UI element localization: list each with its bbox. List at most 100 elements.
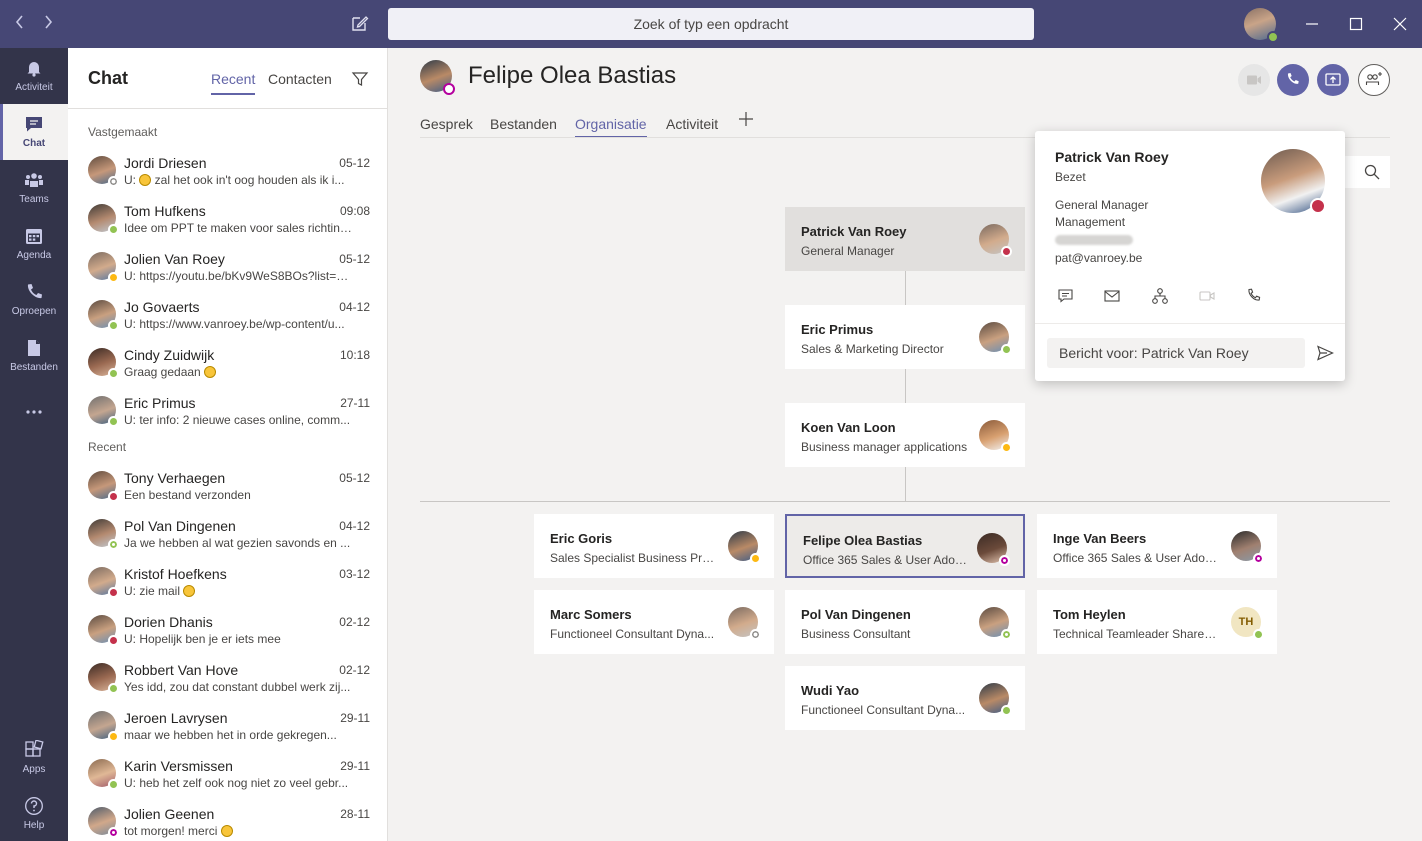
- chat-list-item[interactable]: Robbert Van Hove 02-12 Yes idd, zou dat co…: [68, 655, 387, 703]
- chat-list-item[interactable]: Jolien Van Roey 05-12 U: https://youtu.be/…: [68, 244, 387, 292]
- video-call-button[interactable]: [1238, 64, 1270, 96]
- profile-avatar[interactable]: [1244, 8, 1279, 43]
- chat-preview-text: tot morgen! merci: [124, 824, 221, 838]
- tab-recent[interactable]: Recent: [211, 71, 256, 95]
- presence-status-icon: [108, 224, 119, 235]
- chat-list-item[interactable]: Dorien Dhanis 02-12 U: Hopelijk ben je er …: [68, 607, 387, 655]
- chat-list-item[interactable]: Jo Govaerts 04-12 U: https://www.vanroey.b…: [68, 292, 387, 340]
- avatar: [88, 711, 119, 742]
- active-indicator: [0, 104, 3, 160]
- add-people-button[interactable]: [1358, 64, 1390, 96]
- tab-files[interactable]: Bestanden: [490, 116, 557, 132]
- org-person-name: Wudi Yao: [801, 683, 860, 698]
- avatar: [88, 519, 119, 550]
- card-email-button[interactable]: [1103, 287, 1121, 305]
- tab-organization[interactable]: Organisatie: [575, 116, 647, 138]
- close-button[interactable]: [1388, 12, 1412, 36]
- org-person-card[interactable]: Inge Van Beers Office 365 Sales & User Ad…: [1037, 514, 1277, 578]
- org-person-card[interactable]: Pol Van Dingenen Business Consultant: [785, 590, 1025, 654]
- maximize-button[interactable]: [1344, 12, 1368, 36]
- org-person-card[interactable]: Eric Goris Sales Specialist Business Proc…: [534, 514, 774, 578]
- org-person-card[interactable]: Eric Primus Sales & Marketing Director: [785, 305, 1025, 369]
- org-person-card[interactable]: Marc Somers Functioneel Consultant Dyna..…: [534, 590, 774, 654]
- org-person-title: Business Consultant: [801, 627, 911, 641]
- rail-item-help[interactable]: Help: [0, 786, 68, 841]
- chat-timestamp: 04-12: [339, 300, 370, 314]
- card-send-button[interactable]: [1315, 343, 1335, 363]
- help-icon: [25, 797, 43, 815]
- rail-item-calls[interactable]: Oproepen: [0, 272, 68, 328]
- chat-list-panel: Chat Recent Contacten Vastgemaakt Jordi …: [68, 48, 388, 841]
- avatar: [979, 322, 1012, 355]
- chat-list-item[interactable]: Jordi Driesen 05-12 U: zal het ook in't oo…: [68, 148, 387, 196]
- card-chat-button[interactable]: [1057, 287, 1075, 305]
- org-person-card[interactable]: Wudi Yao Functioneel Consultant Dyna...: [785, 666, 1025, 730]
- org-connector: [905, 271, 906, 305]
- card-message-input[interactable]: Bericht voor: Patrick Van Roey: [1047, 338, 1305, 368]
- chat-timestamp: 29-11: [340, 759, 370, 773]
- org-person-card[interactable]: Patrick Van Roey General Manager: [785, 207, 1025, 271]
- chat-preview: U: zie mail: [124, 584, 352, 598]
- rail-item-activity[interactable]: Activiteit: [0, 48, 68, 104]
- chat-list-item[interactable]: Karin Versmissen 29-11 U: heb het zelf ook…: [68, 751, 387, 799]
- org-person-name: Inge Van Beers: [1053, 531, 1147, 546]
- avatar-initials: TH: [1238, 616, 1254, 628]
- presence-status-icon: [108, 779, 119, 790]
- new-chat-button[interactable]: [350, 13, 370, 33]
- org-person-card[interactable]: Tom Heylen Technical Teamleader Sharepo..…: [1037, 590, 1277, 654]
- tab-activity[interactable]: Activiteit: [666, 116, 718, 132]
- search-input[interactable]: Zoek of typ een opdracht: [388, 8, 1034, 40]
- avatar: [88, 759, 119, 790]
- add-tab-button[interactable]: [738, 110, 754, 133]
- avatar: TH: [1231, 607, 1264, 640]
- contact-card-email[interactable]: pat@vanroey.be: [1055, 251, 1142, 265]
- rail-item-calendar[interactable]: Agenda: [0, 216, 68, 272]
- card-call-button[interactable]: [1245, 287, 1263, 305]
- contact-avatar[interactable]: [420, 60, 455, 95]
- chat-preview-text: U:: [124, 173, 140, 187]
- title-bar: Zoek of typ een opdracht: [0, 0, 1422, 48]
- minimize-button[interactable]: [1300, 12, 1324, 36]
- chat-list-item[interactable]: Tony Verhaegen 05-12 Een bestand verzonden: [68, 463, 387, 511]
- presence-status-icon: [108, 683, 119, 694]
- back-button[interactable]: [10, 14, 30, 35]
- card-video-button[interactable]: [1198, 287, 1216, 305]
- org-person-card[interactable]: Koen Van Loon Business manager applicatio…: [785, 403, 1025, 467]
- rail-item-teams[interactable]: Teams: [0, 160, 68, 216]
- tab-conversation[interactable]: Gesprek: [420, 116, 473, 132]
- rail-item-more[interactable]: [0, 388, 68, 432]
- card-org-button[interactable]: [1151, 287, 1169, 305]
- chat-preview: Ja we hebben al wat gezien savonds en ..…: [124, 536, 352, 550]
- chat-preview: U: https://youtu.be/bKv9WeS8BOs?list=P..…: [124, 269, 352, 283]
- chat-list-item[interactable]: Kristof Hoefkens 03-12 U: zie mail: [68, 559, 387, 607]
- chat-list-item[interactable]: Eric Primus 27-11 U: ter info: 2 nieuwe ca…: [68, 388, 387, 436]
- org-person-title: Office 365 Sales & User Adop...: [1053, 551, 1221, 565]
- chat-preview: Graag gedaan: [124, 365, 352, 379]
- tab-contacts[interactable]: Contacten: [268, 71, 332, 87]
- chat-list-item[interactable]: Jeroen Lavrysen 29-11 maar we hebben het i…: [68, 703, 387, 751]
- maximize-icon: [1349, 17, 1363, 31]
- forward-button[interactable]: [38, 14, 58, 35]
- chat-preview-text: Yes idd, zou dat constant dubbel werk zi…: [124, 680, 351, 694]
- org-person-card[interactable]: Felipe Olea Bastias Office 365 Sales & Us…: [785, 514, 1025, 578]
- chat-timestamp: 29-11: [340, 711, 370, 725]
- chevron-right-icon: [45, 15, 53, 29]
- presence-status-icon: [108, 587, 119, 598]
- chat-timestamp: 05-12: [339, 252, 370, 266]
- rail-item-files[interactable]: Bestanden: [0, 328, 68, 384]
- chat-preview-text: Graag gedaan: [124, 365, 205, 379]
- chat-list-item[interactable]: Pol Van Dingenen 04-12 Ja we hebben al wat…: [68, 511, 387, 559]
- chat-list-item[interactable]: Cindy Zuidwijk 10:18 Graag gedaan: [68, 340, 387, 388]
- chat-list-item[interactable]: Jolien Geenen 28-11 tot morgen! merci: [68, 799, 387, 841]
- filter-button[interactable]: [351, 70, 369, 88]
- chat-list-item[interactable]: Tom Hufkens 09:08 Idee om PPT te maken voo…: [68, 196, 387, 244]
- rail-item-apps[interactable]: Apps: [0, 730, 68, 786]
- rail-item-chat[interactable]: Chat: [0, 104, 68, 160]
- share-screen-button[interactable]: [1317, 64, 1349, 96]
- avatar: [88, 615, 119, 646]
- chat-preview-text: U: zie mail: [124, 584, 184, 598]
- audio-call-button[interactable]: [1277, 64, 1309, 96]
- chat-list-header: Chat Recent Contacten: [68, 48, 387, 109]
- rail-item-label: Chat: [22, 138, 46, 149]
- org-person-name: Patrick Van Roey: [801, 224, 907, 239]
